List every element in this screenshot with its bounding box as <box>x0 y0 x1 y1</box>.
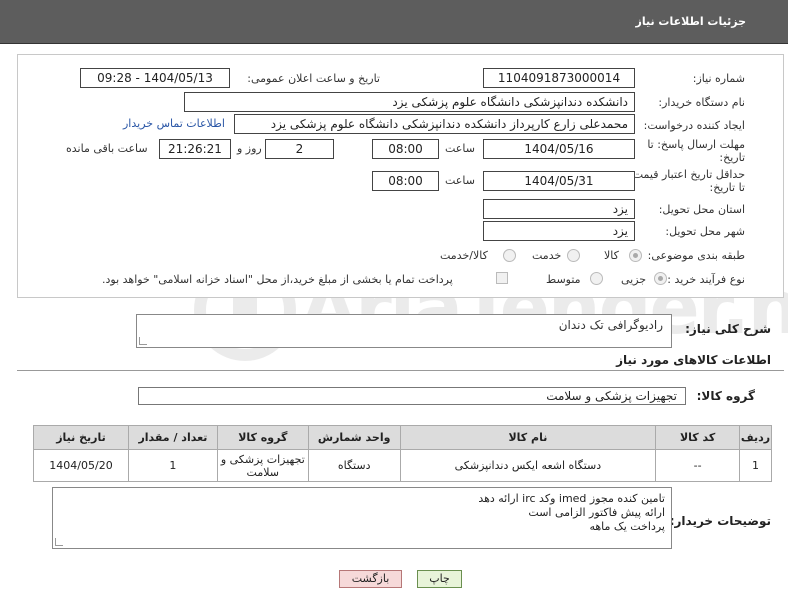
process-radio-minor[interactable] <box>654 272 667 285</box>
col-unit: واحد شمارش <box>307 425 401 450</box>
deadline-label: مهلت ارسال پاسخ: تا <box>647 138 745 151</box>
notes-line: ارائه پیش فاکتور الزامی است <box>528 506 665 519</box>
buyer-notes-label: توضیحات خریدار: <box>669 514 771 528</box>
buyer-contact-link[interactable]: اطلاعات تماس خریدار <box>123 117 225 130</box>
process-option-minor: جزیی <box>621 273 647 286</box>
resize-handle-icon[interactable] <box>139 337 147 345</box>
description-field: رادیوگرافی تک دندان <box>136 314 672 348</box>
requester-label: ایجاد کننده درخواست: <box>643 119 745 132</box>
process-option-medium: متوسط <box>546 273 581 286</box>
goods-group-field: تجهیزات پزشکی و سلامت <box>138 387 686 405</box>
deadline-date-field: 1404/05/16 <box>483 139 635 159</box>
section-divider <box>17 370 784 371</box>
col-need-date: تاریخ نیاز <box>33 425 129 450</box>
col-row-number: ردیف <box>739 425 772 450</box>
city-field: یزد <box>483 221 635 241</box>
category-option-both: کالا/خدمت <box>440 249 488 262</box>
province-label: استان محل تحویل: <box>658 203 745 216</box>
notes-line: پرداخت یک ماهه <box>589 520 665 533</box>
category-option-service: خدمت <box>532 249 562 262</box>
days-field: 2 <box>265 139 334 159</box>
page-title: جزئیات اطلاعات نیاز <box>635 15 747 28</box>
category-radio-goods[interactable] <box>629 249 642 262</box>
goods-table: ردیف کد کالا نام کالا واحد شمارش گروه کا… <box>33 425 772 482</box>
validity-time-field: 08:00 <box>372 171 439 191</box>
need-number-label: شماره نیاز: <box>692 72 745 85</box>
table-header-row: ردیف کد کالا نام کالا واحد شمارش گروه کا… <box>33 425 772 450</box>
goods-section-title: اطلاعات کالاهای مورد نیاز <box>616 353 771 367</box>
remaining-time-field: 21:26:21 <box>159 139 231 159</box>
col-item-code: کد کالا <box>655 425 741 450</box>
province-field: یزد <box>483 199 635 219</box>
requester-field: محمدعلی زارع کارپرداز دانشکده دندانپزشکی… <box>234 114 635 134</box>
cell-item-name: دستگاه اشعه ایکس دندانپزشکی <box>399 449 657 482</box>
days-label: روز و <box>237 142 262 155</box>
resize-handle-icon[interactable] <box>55 538 63 546</box>
back-button[interactable]: بازگشت <box>339 570 402 588</box>
category-radio-service[interactable] <box>567 249 580 262</box>
goods-group-label: گروه کالا: <box>696 389 755 403</box>
validity-label-date: تا تاریخ: <box>709 181 745 194</box>
page-header: جزئیات اطلاعات نیاز <box>0 0 788 44</box>
cell-item-group: تجهیزات پزشکی و سلامت <box>216 449 309 482</box>
validity-label: حداقل تاریخ اعتبار قیمت: <box>629 168 745 181</box>
deadline-time-label: ساعت <box>445 142 475 155</box>
process-label: نوع فرآیند خرید : <box>667 273 745 286</box>
description-label: شرح کلی نیاز: <box>685 322 771 336</box>
city-label: شهر محل تحویل: <box>665 225 745 238</box>
category-option-goods: کالا <box>604 249 619 262</box>
treasury-payment-checkbox[interactable] <box>496 272 508 284</box>
deadline-time-field: 08:00 <box>372 139 439 159</box>
cell-quantity: 1 <box>128 449 218 482</box>
buyer-org-label: نام دستگاه خریدار: <box>658 96 745 109</box>
col-item-name: نام کالا <box>399 425 657 450</box>
buyer-notes-field: تامین کنده مجوز imed وکد irc ارائه دهد ا… <box>52 487 672 549</box>
treasury-payment-note: پرداخت تمام یا بخشی از مبلغ خرید،از محل … <box>102 273 453 286</box>
category-label: طبقه بندی موضوعی: <box>647 249 745 262</box>
cell-unit: دستگاه <box>307 449 401 482</box>
validity-time-label: ساعت <box>445 174 475 187</box>
category-radio-both[interactable] <box>503 249 516 262</box>
cell-item-code: -- <box>655 449 741 482</box>
buyer-org-field: دانشکده دندانپزشکی دانشگاه علوم پزشکی یز… <box>184 92 635 112</box>
remaining-label: ساعت باقی مانده <box>66 142 148 155</box>
process-radio-medium[interactable] <box>590 272 603 285</box>
need-number-field: 1104091873000014 <box>483 68 635 88</box>
cell-need-date: 1404/05/20 <box>33 449 129 482</box>
notes-line: تامین کنده مجوز imed وکد irc ارائه دهد <box>478 492 665 505</box>
validity-date-field: 1404/05/31 <box>483 171 635 191</box>
col-quantity: تعداد / مقدار <box>128 425 218 450</box>
table-row: 1 -- دستگاه اشعه ایکس دندانپزشکی دستگاه … <box>33 449 772 482</box>
announce-field: 1404/05/13 - 09:28 <box>80 68 230 88</box>
description-text: رادیوگرافی تک دندان <box>558 318 663 332</box>
col-item-group: گروه کالا <box>216 425 309 450</box>
cell-row-number: 1 <box>739 449 772 482</box>
print-button[interactable]: چاپ <box>417 570 462 588</box>
announce-label: تاریخ و ساعت اعلان عمومی: <box>247 72 380 85</box>
deadline-label-date: تاریخ: <box>719 151 745 164</box>
